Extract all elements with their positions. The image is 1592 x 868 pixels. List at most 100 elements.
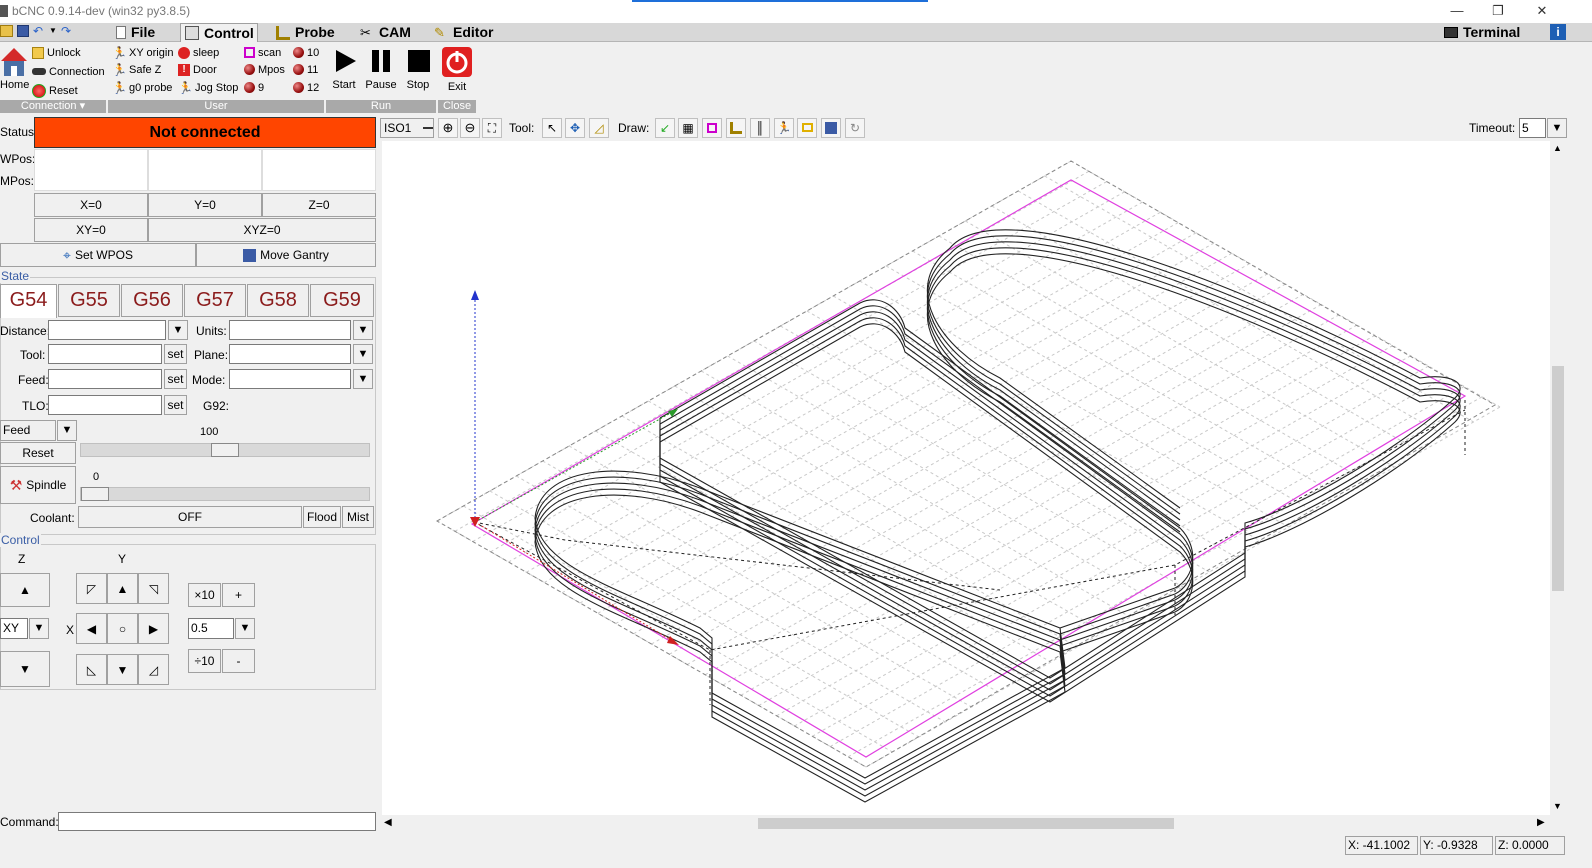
gcode-canvas[interactable]: [382, 141, 1550, 815]
distance-select[interactable]: [48, 320, 166, 340]
g0-probe-button[interactable]: 🏃 g0 probe: [112, 79, 172, 96]
draw-gantry-button[interactable]: [821, 118, 841, 138]
plane-select[interactable]: [229, 344, 351, 364]
step-size-input[interactable]: 0.5: [188, 618, 234, 639]
scroll-right-icon[interactable]: ▶: [1537, 817, 1545, 828]
divide-10-button[interactable]: ÷10: [188, 649, 221, 673]
tab-cam[interactable]: ✂ CAM: [356, 23, 417, 42]
override-slider-thumb[interactable]: [211, 443, 239, 457]
draw-margins-button[interactable]: [702, 118, 722, 138]
home-button[interactable]: Home: [0, 46, 29, 91]
vertical-scrollbar[interactable]: ▲ ▼: [1550, 141, 1566, 815]
axis-select[interactable]: XY: [0, 618, 28, 639]
timeout-input[interactable]: 5: [1519, 118, 1546, 138]
user-button-11[interactable]: 11: [293, 61, 318, 78]
user-button-9[interactable]: 9: [244, 79, 264, 96]
restore-button[interactable]: ❐: [1483, 2, 1513, 20]
tlo-input[interactable]: [48, 395, 162, 415]
timeout-dropdown[interactable]: ▼: [1547, 118, 1567, 138]
zoom-fit-button[interactable]: ⛶: [482, 118, 502, 138]
horizontal-scroll-thumb[interactable]: [758, 818, 1174, 829]
z-up-button[interactable]: ▲: [0, 573, 50, 607]
override-reset-button[interactable]: Reset: [0, 442, 76, 464]
draw-rapid-button[interactable]: 🏃: [774, 118, 794, 138]
jog-up-right-button[interactable]: ◹: [138, 573, 169, 604]
x-zero-button[interactable]: X=0: [34, 193, 148, 217]
units-select[interactable]: [229, 320, 351, 340]
command-input[interactable]: [58, 812, 376, 831]
jog-home-button[interactable]: ○: [107, 613, 138, 644]
tab-editor[interactable]: ✎ Editor: [430, 23, 499, 42]
feed-input[interactable]: [48, 369, 162, 389]
jog-stop-button[interactable]: 🏃 Jog Stop: [178, 79, 238, 96]
draw-probe-button[interactable]: [726, 118, 746, 138]
tool-input[interactable]: [48, 344, 162, 364]
xyz-zero-button[interactable]: XYZ=0: [148, 218, 376, 242]
redo-icon[interactable]: ↷: [61, 25, 73, 37]
step-size-dropdown[interactable]: ▼: [235, 618, 255, 639]
scroll-down-icon[interactable]: ▼: [1553, 801, 1562, 811]
tool-set-button[interactable]: set: [164, 344, 187, 364]
plane-dropdown[interactable]: ▼: [353, 344, 373, 364]
open-icon[interactable]: [0, 25, 13, 37]
horizontal-scrollbar[interactable]: ◀ ▶: [382, 815, 1550, 832]
connection-button[interactable]: Connection: [32, 63, 105, 80]
select-tool-button[interactable]: ↖: [542, 118, 562, 138]
spindle-slider[interactable]: [80, 487, 370, 501]
door-button[interactable]: ! Door: [178, 61, 217, 78]
jog-down-left-button[interactable]: ◺: [76, 654, 107, 685]
zoom-in-button[interactable]: ⊕: [438, 118, 458, 138]
reset-button[interactable]: Reset: [32, 82, 78, 99]
info-icon[interactable]: i: [1550, 24, 1566, 40]
tab-g55[interactable]: G55: [58, 284, 120, 317]
pan-tool-button[interactable]: ✥: [565, 118, 585, 138]
xy-origin-button[interactable]: 🏃 XY origin: [112, 44, 173, 61]
zoom-out-button[interactable]: ⊖: [460, 118, 480, 138]
safe-z-button[interactable]: 🏃 Safe Z: [112, 61, 161, 78]
unlock-button[interactable]: Unlock: [32, 44, 81, 61]
tab-g56[interactable]: G56: [121, 284, 183, 317]
spindle-button[interactable]: ⚒ Spindle: [0, 466, 76, 504]
connection-group-label[interactable]: Connection ▾: [0, 100, 106, 113]
mode-dropdown[interactable]: ▼: [353, 369, 373, 389]
step-decrease-button[interactable]: -: [222, 649, 255, 673]
draw-grid-button[interactable]: ▦: [678, 118, 698, 138]
tlo-set-button[interactable]: set: [164, 395, 187, 415]
dropdown-icon[interactable]: ▼: [49, 25, 57, 37]
jog-up-left-button[interactable]: ◸: [76, 573, 107, 604]
mist-button[interactable]: Mist: [342, 506, 374, 528]
user-button-12[interactable]: 12: [293, 79, 319, 96]
toolpath-view[interactable]: [382, 141, 1550, 815]
flood-button[interactable]: Flood: [303, 506, 341, 528]
jog-up-button[interactable]: ▲: [107, 573, 138, 604]
draw-axes-button[interactable]: ↙: [655, 118, 675, 138]
scan-button[interactable]: scan: [244, 44, 281, 61]
feed-set-button[interactable]: set: [164, 369, 187, 389]
spindle-slider-thumb[interactable]: [81, 487, 109, 501]
coolant-state[interactable]: OFF: [78, 506, 302, 528]
move-gantry-button[interactable]: Move Gantry: [196, 243, 376, 267]
redraw-button[interactable]: ↻: [845, 118, 865, 138]
jog-down-button[interactable]: ▼: [107, 654, 138, 685]
view-select[interactable]: ISO1: [380, 118, 434, 138]
xy-zero-button[interactable]: XY=0: [34, 218, 148, 242]
ruler-tool-button[interactable]: ◿: [589, 118, 609, 138]
start-button[interactable]: Start: [326, 46, 362, 91]
mode-select[interactable]: [229, 369, 351, 389]
vertical-scroll-thumb[interactable]: [1552, 366, 1564, 591]
close-button[interactable]: ✕: [1527, 2, 1557, 20]
units-dropdown[interactable]: ▼: [353, 320, 373, 340]
tab-control[interactable]: Control: [180, 23, 258, 42]
exit-button[interactable]: Exit: [439, 46, 475, 93]
axis-dropdown[interactable]: ▼: [29, 618, 49, 639]
override-select[interactable]: Feed: [0, 420, 56, 441]
tab-g54[interactable]: G54: [0, 284, 57, 318]
jog-down-right-button[interactable]: ◿: [138, 654, 169, 685]
pause-button[interactable]: Pause: [363, 46, 399, 91]
stop-button[interactable]: Stop: [400, 46, 436, 91]
tab-file[interactable]: File: [112, 23, 161, 42]
jog-right-button[interactable]: ▶: [138, 613, 169, 644]
override-dropdown[interactable]: ▼: [57, 420, 77, 441]
distance-dropdown[interactable]: ▼: [168, 320, 188, 340]
tab-g59[interactable]: G59: [310, 284, 374, 317]
